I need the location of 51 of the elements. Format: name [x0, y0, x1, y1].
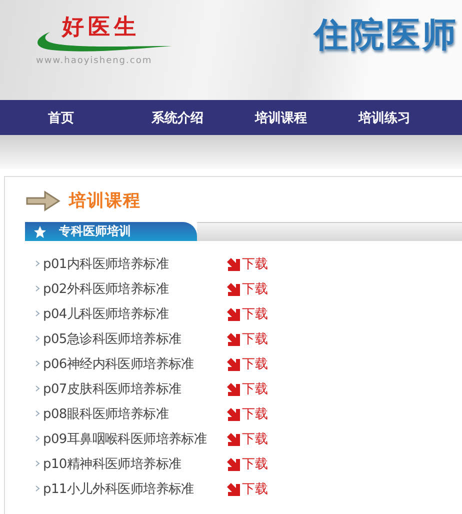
- download-arrow-icon: [227, 256, 241, 270]
- download-arrow-icon: [227, 456, 241, 470]
- bullet-icon: [35, 260, 40, 267]
- course-link[interactable]: p02外科医师培养标准: [43, 280, 227, 298]
- course-link[interactable]: p08眼科医师培养标准: [43, 404, 227, 422]
- section-title: 专科医师培训: [59, 223, 131, 240]
- download-arrow-icon: [227, 306, 241, 320]
- download-link[interactable]: 下载: [242, 404, 268, 422]
- nav-link[interactable]: 首页: [48, 108, 152, 126]
- nav-link[interactable]: 系统介绍: [152, 108, 255, 126]
- bullet-icon: [35, 285, 40, 292]
- bullet-icon: [35, 410, 40, 417]
- download-arrow-icon: [227, 432, 241, 446]
- download-arrow-icon: [227, 406, 241, 420]
- page-heading: 培训课程: [69, 190, 141, 212]
- course-link[interactable]: p07皮肤科医师培养标准: [43, 380, 227, 398]
- banner-title: 住院医师: [314, 14, 459, 56]
- download-arrow-icon: [227, 282, 241, 296]
- download-arrow-icon: [227, 332, 241, 346]
- course-link[interactable]: p04儿科医师培养标准: [43, 304, 227, 322]
- course-link[interactable]: p09耳鼻咽喉科医师培养标准: [43, 430, 227, 448]
- download-link[interactable]: 下载: [242, 454, 268, 472]
- bullet-icon: [35, 485, 40, 492]
- bullet-icon: [35, 360, 40, 367]
- bullet-icon: [35, 385, 40, 392]
- bullet-icon: [35, 435, 40, 442]
- download-arrow-icon: [227, 356, 241, 370]
- course-link[interactable]: p06神经内科医师培养标准: [43, 354, 227, 372]
- nav-link[interactable]: 培训课程: [255, 108, 358, 126]
- download-link[interactable]: 下载: [242, 304, 268, 322]
- nav-link[interactable]: 培训练习: [358, 108, 462, 126]
- logo-text: 好医生: [60, 14, 141, 40]
- bullet-icon: [35, 460, 40, 467]
- download-arrow-icon: [227, 482, 241, 496]
- download-link[interactable]: 下载: [242, 480, 268, 498]
- star-icon: [33, 224, 47, 238]
- course-link[interactable]: p10精神科医师培养标准: [43, 454, 227, 472]
- download-link[interactable]: 下载: [242, 254, 268, 272]
- download-link[interactable]: 下载: [242, 354, 268, 372]
- logo-url: www.haoyisheng.com: [35, 56, 154, 66]
- course-link[interactable]: p11小儿外科医师培养标准: [43, 480, 227, 498]
- download-arrow-icon: [227, 382, 241, 396]
- arrow-icon: [25, 190, 61, 212]
- download-link[interactable]: 下载: [242, 280, 268, 298]
- download-link[interactable]: 下载: [242, 380, 268, 398]
- course-link[interactable]: p01内科医师培养标准: [43, 254, 227, 272]
- download-link[interactable]: 下载: [242, 430, 268, 448]
- bullet-icon: [35, 335, 40, 342]
- download-link[interactable]: 下载: [242, 330, 268, 348]
- bullet-icon: [35, 310, 40, 317]
- course-link[interactable]: p05急诊科医师培养标准: [43, 330, 227, 348]
